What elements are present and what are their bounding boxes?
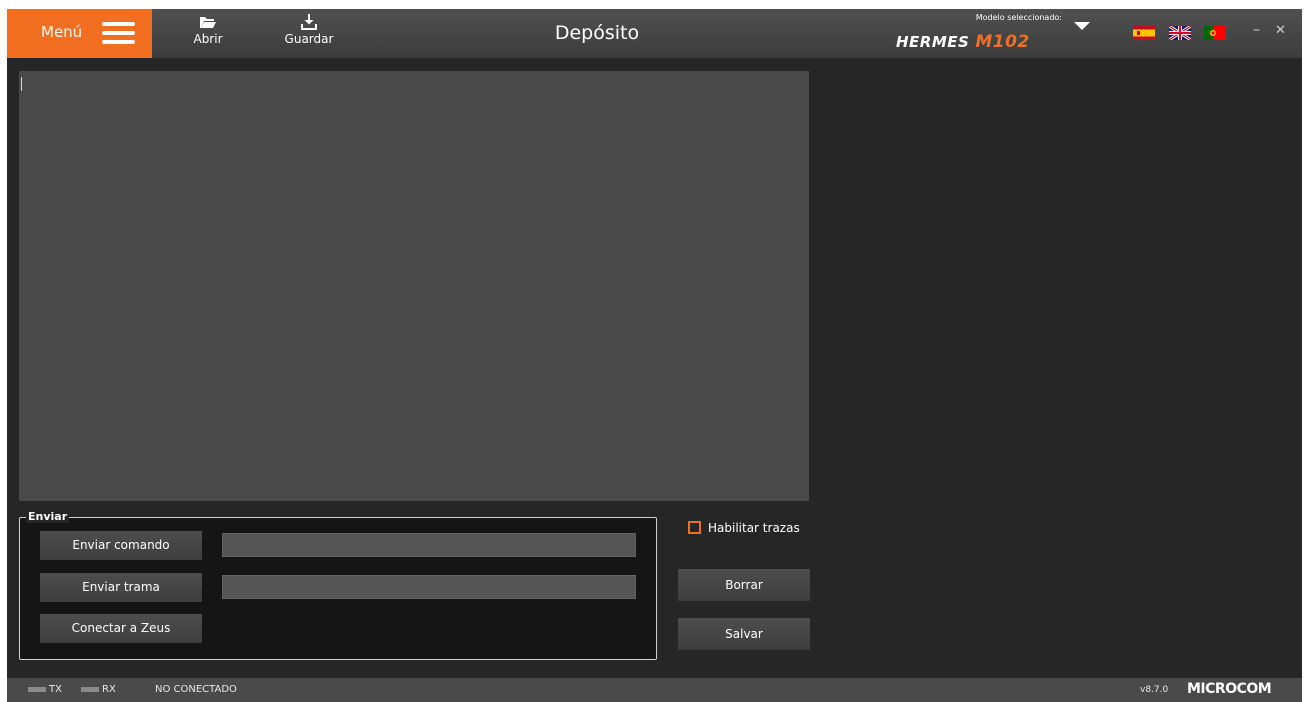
save-button[interactable]: Guardar: [275, 13, 343, 55]
send-group: Enviar Enviar comando Enviar trama Conec…: [19, 510, 657, 660]
chevron-down-icon: [1074, 22, 1090, 30]
uk-flag-icon[interactable]: [1169, 26, 1191, 40]
send-command-button[interactable]: Enviar comando: [40, 531, 202, 560]
brand-logo: MICROCOM: [1187, 681, 1272, 697]
minimize-button[interactable]: –: [1253, 22, 1260, 38]
model-selector[interactable]: Modelo seleccionado: HERMES M102: [884, 11, 1094, 55]
enable-traces-checkbox[interactable]: [688, 521, 701, 534]
clear-button[interactable]: Borrar: [678, 569, 810, 601]
open-label: Abrir: [193, 32, 223, 46]
download-icon: [301, 14, 317, 30]
menu-button[interactable]: Menú: [7, 9, 152, 58]
connection-status: NO CONECTADO: [155, 684, 237, 695]
send-frame-button[interactable]: Enviar trama: [40, 573, 202, 602]
save-trace-button[interactable]: Salvar: [678, 618, 810, 650]
menu-label: Menú: [41, 23, 83, 41]
top-bar: Menú Abrir Guardar Depósito Modelo selec…: [7, 9, 1302, 58]
text-caret: [21, 77, 22, 91]
trace-output-area[interactable]: [19, 71, 809, 501]
tx-label: TX: [49, 684, 62, 695]
page-title: Depósito: [554, 22, 640, 44]
app-window: Menú Abrir Guardar Depósito Modelo selec…: [7, 9, 1302, 702]
status-bar: TX RX NO CONECTADO v8.7.0 MICROCOM: [7, 678, 1302, 702]
spain-flag-icon[interactable]: [1133, 26, 1155, 40]
portugal-flag-icon[interactable]: [1204, 26, 1226, 40]
tx-indicator: [28, 687, 46, 692]
rx-label: RX: [102, 684, 116, 695]
frame-input[interactable]: [222, 575, 636, 599]
model-caption: Modelo seleccionado:: [975, 13, 1062, 22]
connect-zeus-button[interactable]: Conectar a Zeus: [40, 614, 202, 643]
enable-traces-label: Habilitar trazas: [708, 521, 800, 535]
send-group-legend: Enviar: [26, 510, 70, 523]
version-label: v8.7.0: [1140, 685, 1169, 695]
rx-indicator: [81, 687, 99, 692]
close-button[interactable]: ✕: [1275, 23, 1286, 38]
open-button[interactable]: Abrir: [185, 13, 231, 55]
save-label: Guardar: [284, 32, 334, 46]
model-logo: HERMES M102: [896, 32, 1030, 52]
model-code: M102: [975, 32, 1030, 52]
model-brand: HERMES: [896, 33, 970, 51]
folder-open-icon: [200, 17, 216, 28]
hamburger-icon: [102, 22, 135, 44]
command-input[interactable]: [222, 533, 636, 557]
